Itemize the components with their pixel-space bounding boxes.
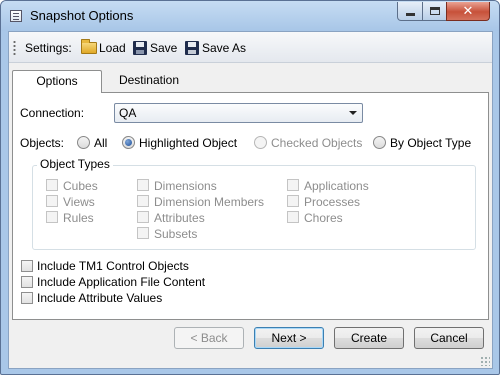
checkbox-include-application-file-content[interactable]: [21, 276, 33, 288]
checkbox-attributes[interactable]: [137, 211, 149, 223]
window-icon[interactable]: [10, 10, 22, 22]
minimize-button[interactable]: [397, 2, 423, 21]
include-tm1-control-objects-label[interactable]: Include TM1 Control Objects: [37, 259, 189, 273]
connection-value: QA: [119, 106, 137, 120]
radio-highlighted-object-label[interactable]: Highlighted Object: [139, 136, 237, 150]
connection-dropdown[interactable]: QA: [114, 103, 363, 123]
window-title: Snapshot Options: [30, 8, 134, 23]
radio-by-object-type-label[interactable]: By Object Type: [390, 136, 471, 150]
checkbox-subsets-label[interactable]: Subsets: [154, 227, 197, 241]
checkbox-views-label[interactable]: Views: [63, 195, 95, 209]
checkbox-include-attribute-values[interactable]: [21, 292, 33, 304]
include-attribute-values-label[interactable]: Include Attribute Values: [37, 291, 162, 305]
checkbox-chores-label[interactable]: Chores: [304, 211, 343, 225]
tab-options[interactable]: Options: [12, 70, 102, 93]
checkbox-applications[interactable]: [287, 179, 299, 191]
checkbox-rules-label[interactable]: Rules: [63, 211, 94, 225]
dialog-client-area: Settings: Load Save Save As Options Dest…: [8, 31, 493, 369]
cancel-button[interactable]: Cancel: [414, 327, 484, 349]
load-label: Load: [99, 41, 126, 55]
save-icon: [133, 41, 147, 55]
checkbox-attributes-label[interactable]: Attributes: [154, 211, 205, 225]
checkbox-processes-label[interactable]: Processes: [304, 195, 360, 209]
resize-grip-icon[interactable]: [480, 356, 490, 366]
checkbox-dimension-members-label[interactable]: Dimension Members: [154, 195, 264, 209]
close-icon: ✕: [462, 3, 474, 18]
checkbox-rules[interactable]: [46, 211, 58, 223]
close-button[interactable]: ✕: [446, 2, 490, 21]
save-as-icon: [185, 41, 199, 55]
next-button[interactable]: Next >: [254, 327, 324, 349]
object-types-title: Object Types: [37, 157, 113, 171]
radio-checked-objects-label[interactable]: Checked Objects: [271, 136, 362, 150]
radio-highlighted-object[interactable]: [122, 136, 135, 149]
checkbox-views[interactable]: [46, 195, 58, 207]
checkbox-chores[interactable]: [287, 211, 299, 223]
title-bar[interactable]: Snapshot Options ✕: [1, 1, 499, 31]
radio-all-label[interactable]: All: [94, 136, 107, 150]
chevron-down-icon: [349, 111, 357, 115]
checkbox-subsets[interactable]: [137, 227, 149, 239]
checkbox-dimensions[interactable]: [137, 179, 149, 191]
checkbox-applications-label[interactable]: Applications: [304, 179, 369, 193]
load-button[interactable]: Load: [81, 39, 126, 55]
objects-label: Objects:: [20, 136, 65, 150]
radio-all[interactable]: [77, 136, 90, 149]
folder-icon: [81, 39, 97, 54]
save-as-label: Save As: [202, 41, 247, 55]
radio-by-object-type[interactable]: [373, 136, 386, 149]
radio-checked-objects[interactable]: [254, 136, 267, 149]
maximize-icon: [429, 7, 440, 15]
maximize-button[interactable]: [422, 2, 447, 21]
connection-label: Connection:: [20, 106, 85, 120]
include-application-file-content-label[interactable]: Include Application File Content: [37, 275, 205, 289]
checkbox-cubes[interactable]: [46, 179, 58, 191]
settings-label: Settings:: [25, 41, 72, 55]
toolbar-grip-icon[interactable]: [13, 40, 16, 56]
snapshot-options-window: Snapshot Options ✕ Settings: Load Save S…: [0, 0, 500, 375]
create-button[interactable]: Create: [334, 327, 404, 349]
checkbox-dimensions-label[interactable]: Dimensions: [154, 179, 217, 193]
checkbox-cubes-label[interactable]: Cubes: [63, 179, 98, 193]
back-button[interactable]: < Back: [174, 327, 244, 349]
save-as-button[interactable]: Save As: [185, 41, 246, 55]
minimize-icon: [405, 13, 415, 16]
checkbox-dimension-members[interactable]: [137, 195, 149, 207]
checkbox-processes[interactable]: [287, 195, 299, 207]
settings-toolbar: Settings: Load Save Save As: [9, 32, 492, 63]
tab-destination[interactable]: Destination: [104, 70, 194, 93]
save-button[interactable]: Save: [133, 41, 177, 55]
checkbox-include-tm1-control-objects[interactable]: [21, 260, 33, 272]
save-label: Save: [150, 41, 178, 55]
